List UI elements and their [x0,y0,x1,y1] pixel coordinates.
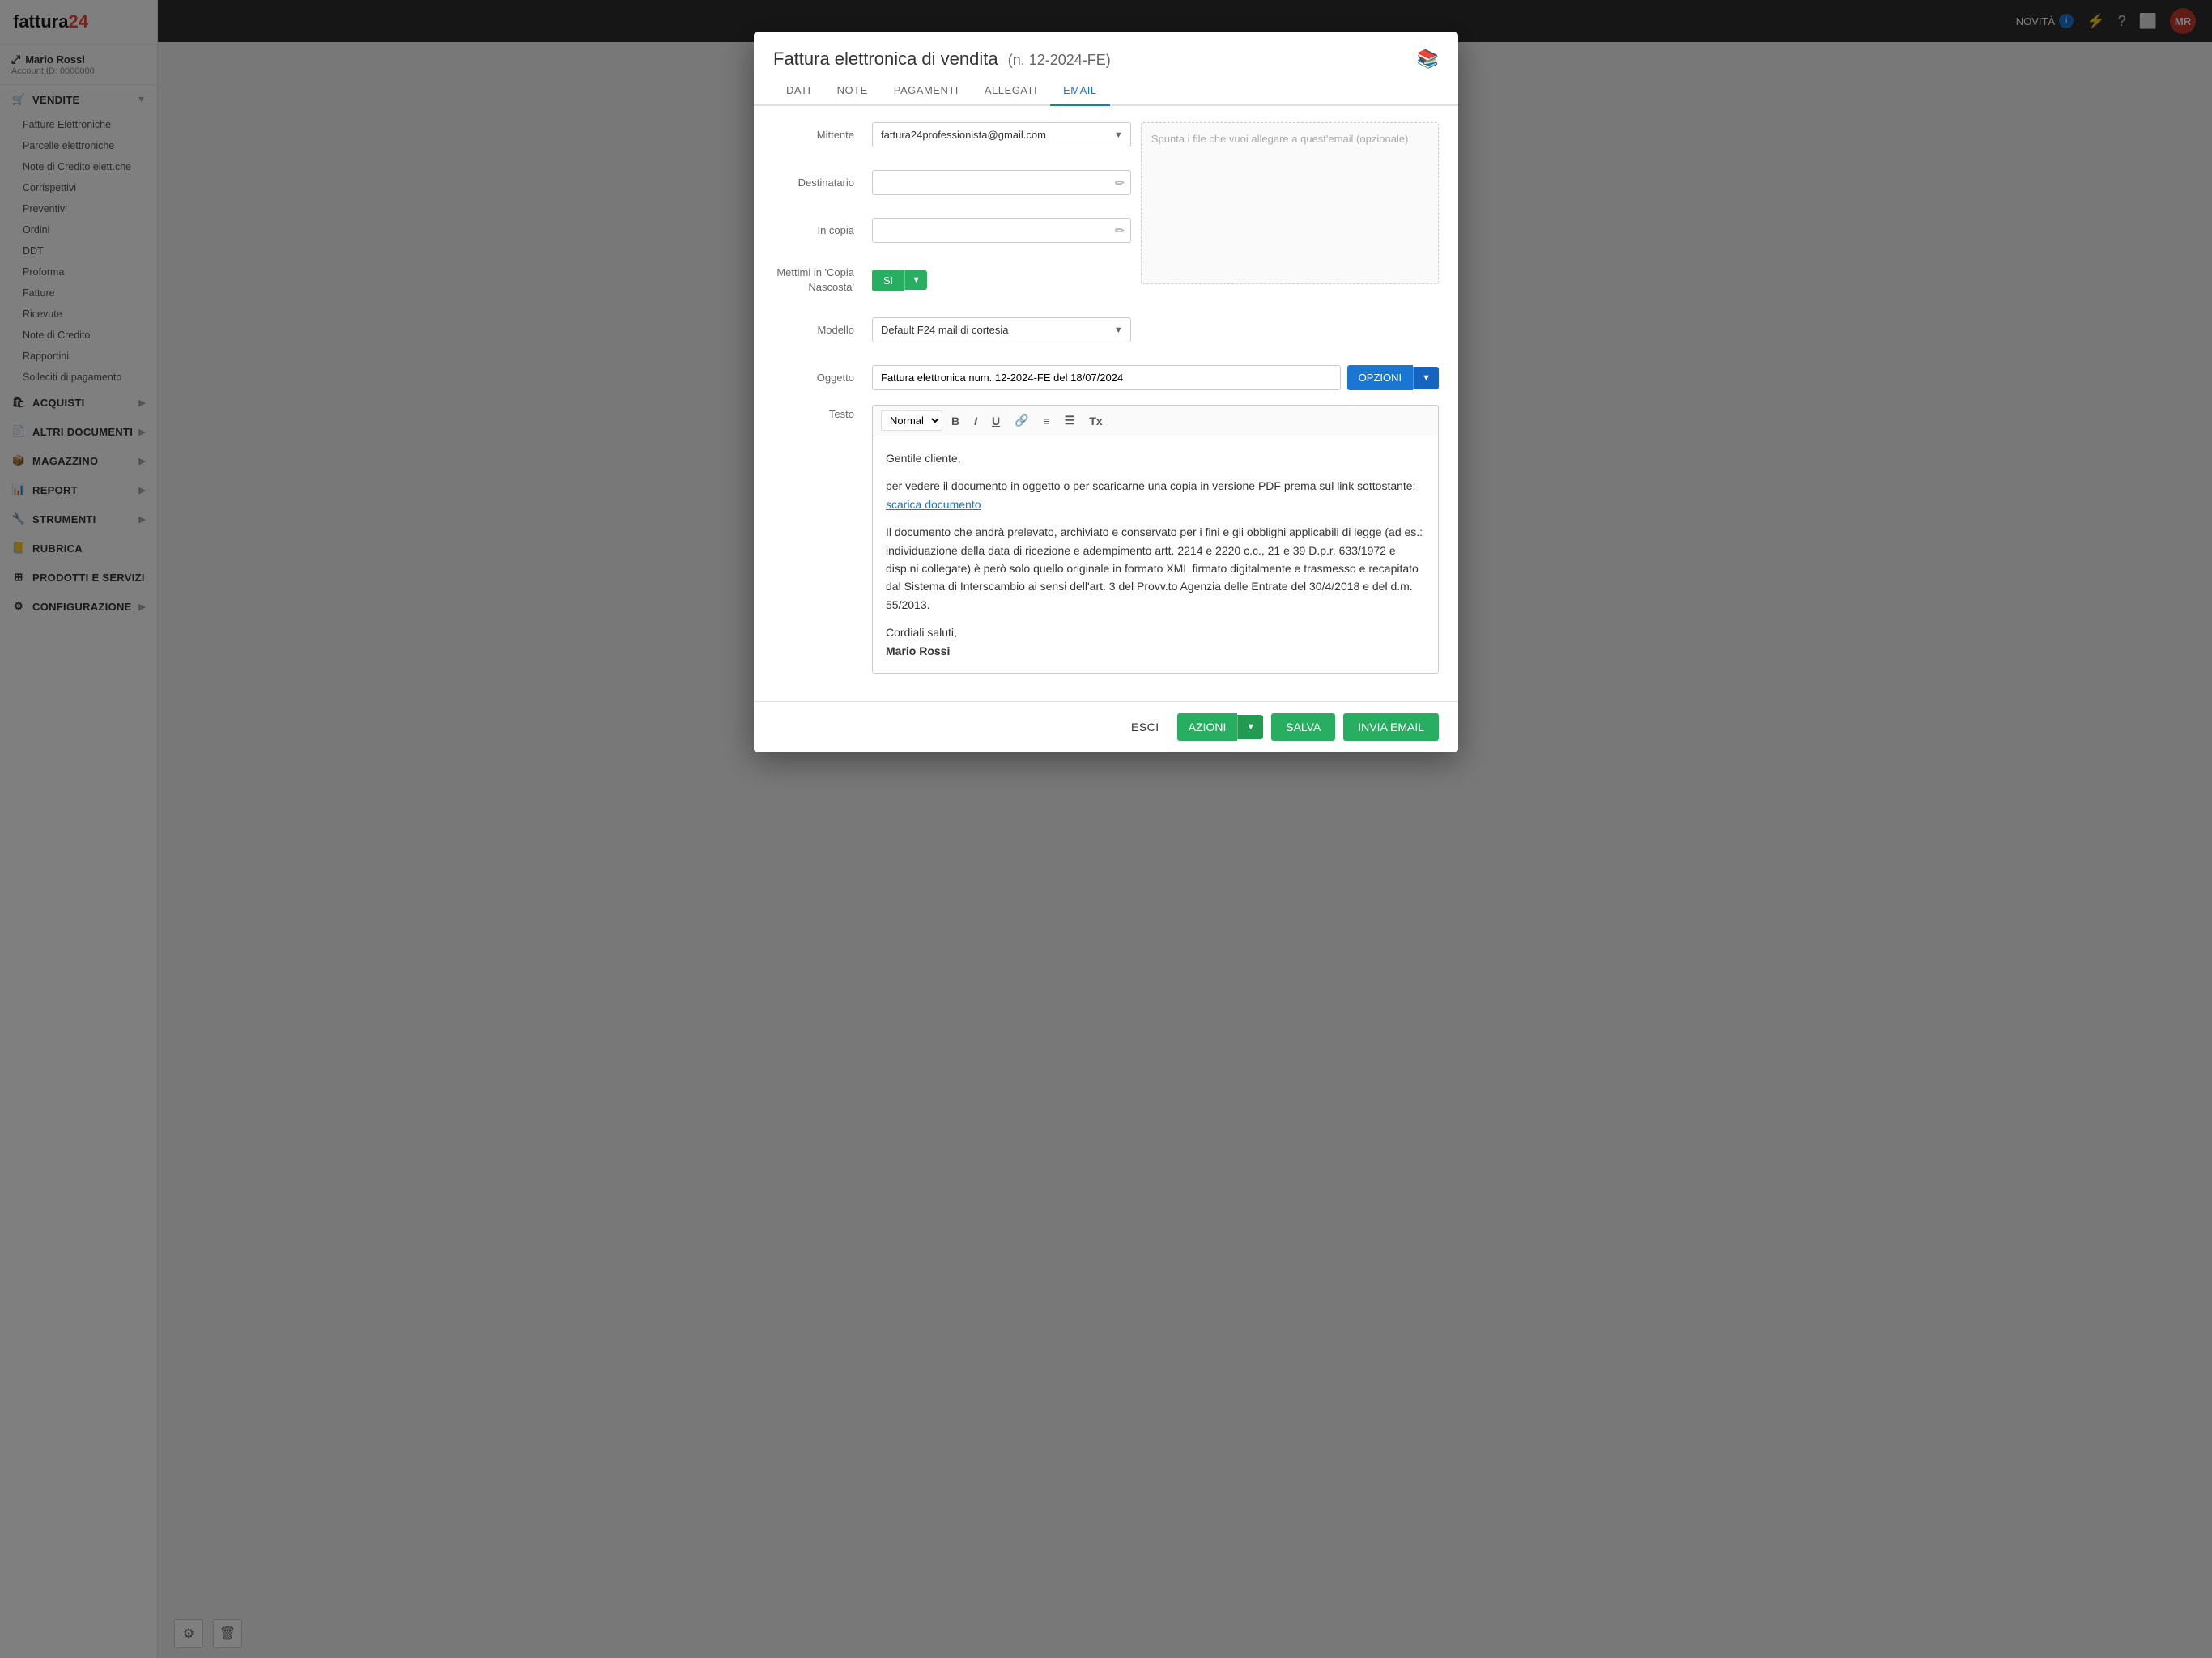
in-copia-label: In copia [773,224,862,236]
link-button[interactable]: 🔗 [1009,410,1034,431]
azioni-caret-button[interactable]: ▼ [1237,715,1263,739]
editor-paragraph2: Il documento che andrà prelevato, archiv… [886,523,1425,614]
editor-greeting: Gentile cliente, [886,449,1425,467]
modal: Fattura elettronica di vendita (n. 12-20… [754,32,1458,752]
modal-title: Fattura elettronica di vendita (n. 12-20… [773,49,1111,70]
file-drop-area[interactable]: Spunta i file che vuoi allegare a quest'… [1141,122,1439,284]
bcc-caret-button[interactable]: ▼ [904,270,927,290]
editor-signature: Mario Rossi [886,644,950,657]
in-copia-input[interactable] [872,218,1131,243]
italic-button[interactable]: I [968,411,983,431]
testo-label: Testo [773,402,862,420]
modal-body: Mittente fattura24professionista@gmail.c… [754,106,1458,701]
unordered-list-button[interactable]: ☰ [1059,410,1081,431]
opzioni-caret-button[interactable]: ▼ [1413,367,1439,389]
testo-row: Testo Normal B I U 🔗 ≡ ☰ [773,402,1439,674]
destinatario-field: ✏ [872,170,1131,195]
form-right: Spunta i file che vuoi allegare a quest'… [1141,122,1439,284]
destinatario-row: Destinatario ✏ [773,170,1131,195]
ordered-list-button[interactable]: ≡ [1038,411,1056,431]
bcc-toggle: Sì ▼ [872,270,927,291]
edit-icon[interactable]: ✏ [1115,176,1125,189]
text-editor: Normal B I U 🔗 ≡ ☰ Tx Gentile cliente, [872,405,1439,674]
oggetto-field: OPZIONI ▼ [872,365,1439,390]
file-drop-placeholder: Spunta i file che vuoi allegare a quest'… [1151,133,1409,145]
modal-tabs: DATI NOTE PAGAMENTI ALLEGATI EMAIL [754,76,1458,106]
modello-select[interactable]: Default F24 mail di cortesia [872,317,1131,342]
salva-button[interactable]: SALVA [1271,713,1335,741]
modal-header: Fattura elettronica di vendita (n. 12-20… [754,32,1458,70]
clear-format-button[interactable]: Tx [1083,411,1108,431]
oggetto-input[interactable] [872,365,1341,390]
bcc-row: Mettimi in 'Copia Nascosta' Sì ▼ [773,266,1131,295]
form-area: Mittente fattura24professionista@gmail.c… [773,122,1439,354]
underline-button[interactable]: U [986,411,1006,431]
editor-toolbar: Normal B I U 🔗 ≡ ☰ Tx [873,406,1438,436]
editor-line1: per vedere il documento in oggetto o per… [886,477,1425,513]
modello-row: Modello Default F24 mail di cortesia ▼ [773,317,1131,342]
editor-content-area[interactable]: Gentile cliente, per vedere il documento… [873,436,1438,673]
modal-footer: ESCI AZIONI ▼ SALVA INVIA EMAIL [754,701,1458,752]
esci-button[interactable]: ESCI [1121,714,1169,740]
text-style-select[interactable]: Normal [881,410,942,431]
form-left: Mittente fattura24professionista@gmail.c… [773,122,1131,354]
oggetto-row: Oggetto OPZIONI ▼ [773,365,1439,390]
modello-label: Modello [773,324,862,336]
editor-closing: Cordiali saluti,Mario Rossi [886,623,1425,660]
mittente-label: Mittente [773,129,862,141]
tab-allegati[interactable]: ALLEGATI [972,76,1050,106]
modal-overlay: Fattura elettronica di vendita (n. 12-20… [0,0,2212,1658]
destinatario-label: Destinatario [773,176,862,189]
mittente-select[interactable]: fattura24professionista@gmail.com [872,122,1131,147]
opzioni-button-group: OPZIONI ▼ [1347,365,1439,390]
in-copia-field: ✏ [872,218,1131,243]
modal-subtitle: (n. 12-2024-FE) [1008,52,1111,68]
modello-field: Default F24 mail di cortesia ▼ [872,317,1131,342]
mittente-row: Mittente fattura24professionista@gmail.c… [773,122,1131,147]
tab-email[interactable]: EMAIL [1050,76,1110,106]
tab-dati[interactable]: DATI [773,76,824,106]
bold-button[interactable]: B [946,411,965,431]
edit-icon-2[interactable]: ✏ [1115,223,1125,237]
destinatario-input[interactable] [872,170,1131,195]
bcc-label: Mettimi in 'Copia Nascosta' [776,266,854,293]
azioni-main-button[interactable]: AZIONI [1177,713,1238,741]
archive-icon[interactable]: 📚 [1417,49,1439,70]
editor-link[interactable]: scarica documento [886,498,981,511]
opzioni-main-button[interactable]: OPZIONI [1347,365,1413,390]
bcc-si-button[interactable]: Sì [872,270,904,291]
in-copia-row: In copia ✏ [773,218,1131,243]
mittente-field: fattura24professionista@gmail.com ▼ [872,122,1131,147]
tab-pagamenti[interactable]: PAGAMENTI [881,76,972,106]
oggetto-label: Oggetto [773,372,862,384]
azioni-button-group: AZIONI ▼ [1177,713,1264,741]
testo-field: Normal B I U 🔗 ≡ ☰ Tx Gentile cliente, [872,402,1439,674]
invia-email-button[interactable]: INVIA EMAIL [1343,713,1439,741]
tab-note[interactable]: NOTE [824,76,881,106]
